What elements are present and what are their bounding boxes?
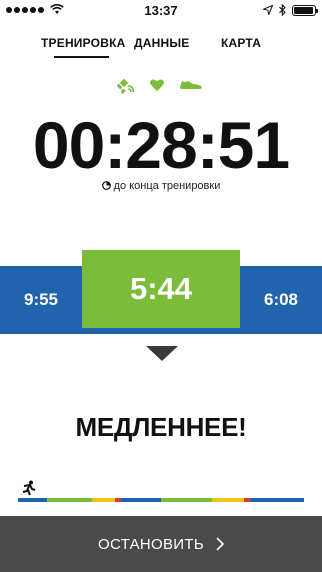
tab-bar: ТРЕНИРОВКА ДАННЫЕ КАРТА — [0, 36, 322, 58]
progress-bar — [18, 498, 304, 502]
progress-segment — [249, 498, 304, 502]
sensor-status — [0, 77, 322, 97]
progress-segment — [160, 498, 213, 502]
progress-segment — [92, 498, 116, 502]
heart-icon — [150, 79, 164, 91]
status-bar: 13:37 — [0, 0, 322, 20]
pace-max: 6:08 — [263, 290, 299, 309]
progress-segment — [18, 498, 47, 502]
pace-message: МЕДЛЕННЕЕ! — [75, 412, 247, 442]
gps-satellite-icon — [116, 78, 134, 94]
stop-button[interactable]: ОСТАНОВИТЬ — [0, 516, 322, 572]
chevron-right-icon — [216, 537, 224, 551]
progress-segment — [120, 498, 161, 502]
shoe-icon — [180, 81, 202, 89]
pace-indicator-arrow-icon — [146, 346, 178, 361]
location-arrow-icon — [263, 5, 273, 15]
current-pace: 5:44 — [82, 250, 240, 328]
tab-data[interactable]: ДАННЫЕ — [134, 36, 190, 50]
progress-segment — [46, 498, 93, 502]
timer-icon — [101, 181, 111, 190]
remaining-time-caption: до конца тренировки — [0, 180, 322, 192]
battery-icon — [292, 4, 318, 16]
remaining-time-label: до конца тренировки — [113, 180, 221, 192]
remaining-time: 00:28:51 — [32, 108, 290, 182]
status-right — [263, 4, 318, 16]
stop-button-label: ОСТАНОВИТЬ — [98, 535, 204, 553]
pace-min: 9:55 — [23, 290, 59, 309]
bluetooth-icon — [279, 4, 286, 16]
workout-progress — [18, 480, 304, 502]
runner-icon — [22, 480, 36, 496]
progress-segment — [212, 498, 244, 502]
tab-workout[interactable]: ТРЕНИРОВКА — [41, 36, 125, 50]
active-tab-indicator — [54, 56, 109, 58]
battery-fill — [294, 6, 313, 14]
tab-map[interactable]: КАРТА — [221, 36, 261, 50]
